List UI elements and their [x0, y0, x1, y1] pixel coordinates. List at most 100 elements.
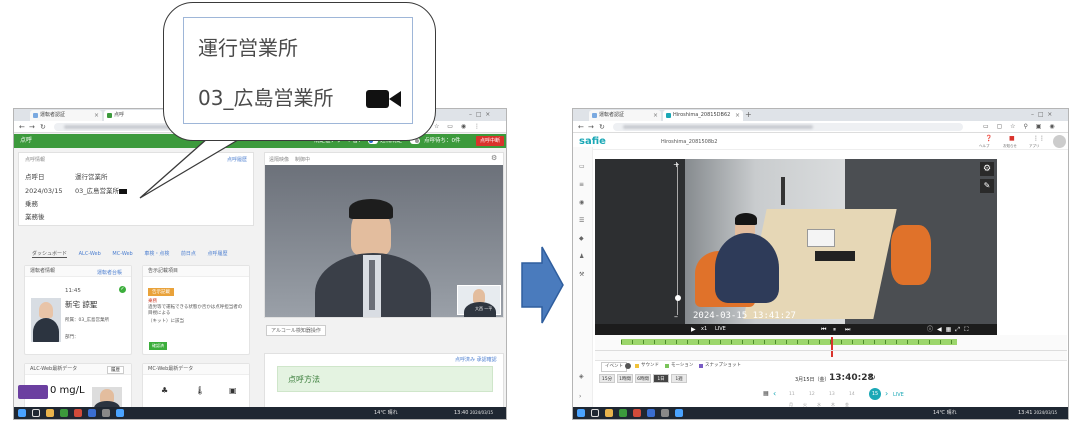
range-15m[interactable]: 15分	[599, 374, 615, 383]
taskbar: 14℃ 晴れ 13:40 2024/03/15	[14, 407, 506, 419]
search-icon[interactable]	[591, 409, 599, 417]
day-15-selected[interactable]: 15	[869, 388, 881, 400]
tab-safie[interactable]: Hiroshima_20815DB62 ×	[663, 110, 743, 121]
windows-icon[interactable]	[577, 409, 585, 417]
forward-icon[interactable]: →	[29, 121, 35, 133]
alcohol-checker-button[interactable]: アルコール検知器操作	[266, 325, 326, 336]
app-brand: 点呼	[20, 137, 33, 144]
range-1w[interactable]: 1週	[671, 374, 687, 383]
zoom-out-icon[interactable]: –	[674, 312, 678, 321]
tab-history[interactable]: 点呼履歴	[208, 251, 228, 257]
close-icon[interactable]: ×	[94, 110, 99, 121]
zoom-in-icon[interactable]: +	[673, 160, 680, 169]
driver-ledger-link[interactable]: 運転者台帳	[97, 269, 122, 276]
calendar-icon[interactable]: ▦	[763, 390, 769, 397]
close-icon[interactable]: ×	[735, 110, 740, 121]
interrupt-button[interactable]: 点呼中断	[476, 136, 504, 146]
taskbar-app-icon[interactable]	[605, 409, 613, 417]
toolbar-icons[interactable]: ☆ ▭ ◉ ⋮	[434, 121, 483, 133]
taskbar-app-icon[interactable]	[647, 409, 655, 417]
range-1d[interactable]: 1日	[653, 374, 669, 383]
taskbar-app-icon[interactable]	[675, 409, 683, 417]
skip-forward-icon[interactable]: ⏭	[845, 324, 850, 335]
taskbar-app-icon[interactable]	[619, 409, 627, 417]
back-icon[interactable]: ←	[578, 121, 584, 133]
back-icon[interactable]: ←	[19, 121, 25, 133]
timeline[interactable]	[595, 335, 1067, 361]
tab-driver-auth[interactable]: 運転者認証 ×	[589, 110, 661, 121]
pause-icon[interactable]: ⏸	[833, 324, 836, 335]
close-icon[interactable]: ×	[653, 110, 658, 121]
reload-icon[interactable]: ↻	[40, 121, 46, 133]
edit-icon[interactable]: ✎	[980, 179, 994, 193]
tag-icon[interactable]: ◆	[579, 235, 584, 242]
taskbar-app-icon[interactable]	[88, 409, 96, 417]
player-tools[interactable]: ⓘ◀▦⤢⛶	[927, 324, 972, 335]
day-11[interactable]: 11	[789, 392, 795, 397]
taskbar-app-icon[interactable]	[74, 409, 82, 417]
list-icon[interactable]: ≡	[579, 181, 584, 188]
zoom-slider[interactable]	[677, 163, 678, 315]
taskbar-app-icon[interactable]	[633, 409, 641, 417]
day-13[interactable]: 13	[829, 392, 835, 397]
tab-alc-web[interactable]: ALC-Web	[79, 251, 101, 257]
snapshot-filter[interactable]: スナップショット	[705, 361, 741, 371]
taskbar-app-icon[interactable]	[46, 409, 54, 417]
camera-icon[interactable]: ▭	[579, 163, 585, 170]
windows-icon[interactable]	[18, 409, 26, 417]
day-12[interactable]: 12	[809, 392, 815, 397]
gear-icon[interactable]: ⚙	[491, 154, 497, 162]
new-tab-button[interactable]: +	[745, 109, 752, 121]
video-camera-icon[interactable]	[366, 88, 402, 110]
live-link[interactable]: LIVE	[893, 392, 904, 398]
speed-selector[interactable]: x1	[701, 324, 707, 335]
zoom-handle[interactable]	[675, 295, 681, 301]
skip-back-icon[interactable]: ⏮	[821, 324, 826, 335]
motion-filter[interactable]: モーション	[671, 361, 693, 371]
reload-icon[interactable]: ↻	[599, 121, 605, 133]
tab-previous[interactable]: 前日点	[181, 251, 196, 257]
search-icon[interactable]	[32, 409, 40, 417]
tab-inspection[interactable]: 車検・点検	[144, 251, 169, 257]
tab-mc-web[interactable]: MC-Web	[112, 251, 132, 257]
notice-line-3: （キット）に該当	[148, 319, 184, 324]
info-icon[interactable]	[625, 363, 631, 369]
taskbar-app-icon[interactable]	[661, 409, 669, 417]
chevron-left-icon[interactable]: ‹	[773, 389, 776, 398]
alc-history-button[interactable]: 履歴	[107, 366, 124, 374]
event-button[interactable]: イベント	[601, 362, 627, 372]
window-controls[interactable]: – □ ×	[1031, 109, 1052, 121]
live-indicator[interactable]: LIVE	[715, 324, 726, 335]
refresh-icon[interactable]: ↻	[869, 373, 876, 382]
event-filters: イベント サウンド モーション スナップショット	[595, 361, 1067, 372]
tab-driver-auth[interactable]: 運転者認証 ×	[30, 110, 102, 121]
user-icon[interactable]: ♟	[579, 253, 584, 260]
location-icon[interactable]: ◉	[579, 199, 584, 206]
chevron-right-icon[interactable]: ›	[885, 389, 888, 398]
tool-icon[interactable]: ⚒	[579, 271, 584, 278]
playhead[interactable]	[831, 337, 833, 357]
window-controls[interactable]: – □ ×	[469, 109, 490, 121]
range-6h[interactable]: 6時間	[635, 374, 651, 383]
auth-time: 11:45	[65, 288, 81, 294]
taskbar-app-icon[interactable]	[102, 409, 110, 417]
tab-dashboard[interactable]: ダッシュボード	[32, 251, 68, 258]
sound-filter[interactable]: サウンド	[641, 361, 659, 371]
apps-icon[interactable]: ⋮⋮	[1033, 135, 1045, 142]
expand-icon[interactable]: ›	[579, 393, 581, 400]
day-14[interactable]: 14	[849, 392, 855, 397]
play-icon[interactable]: ▶	[691, 324, 696, 335]
taskbar-app-icon[interactable]	[60, 409, 68, 417]
forward-icon[interactable]: →	[588, 121, 594, 133]
settings-icon[interactable]: ☰	[579, 217, 584, 224]
approval-link[interactable]: 点呼済み 承認確認	[455, 356, 497, 363]
avatar[interactable]	[1053, 135, 1066, 148]
camera-alt-icon[interactable]: ◈	[579, 373, 584, 380]
help-icon[interactable]: ❓	[985, 135, 992, 142]
taskbar-app-icon[interactable]	[116, 409, 124, 417]
notification-icon[interactable]: ■	[1009, 135, 1015, 142]
video-camera-icon[interactable]	[119, 189, 127, 194]
range-1h[interactable]: 1時間	[617, 374, 633, 383]
weather: 14℃ 晴れ	[374, 410, 398, 416]
gear-icon[interactable]: ⚙	[980, 162, 994, 176]
